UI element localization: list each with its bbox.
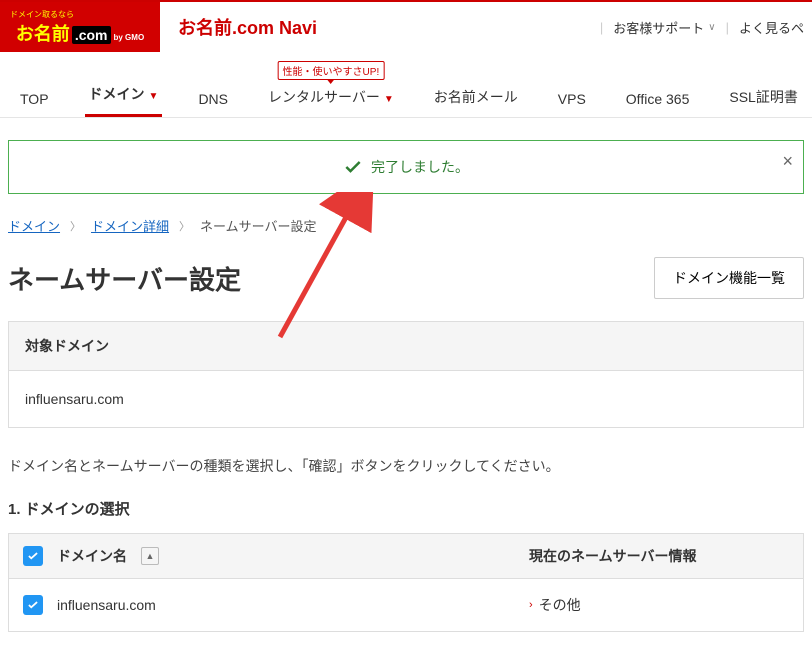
nav-top[interactable]: TOP [16, 81, 53, 117]
breadcrumb-current: ネームサーバー設定 [200, 216, 316, 235]
nameserver-value: その他 [539, 595, 581, 615]
logo-bygmo: by GMO [114, 33, 145, 42]
nav-mail[interactable]: お名前メール [430, 77, 522, 117]
row-checkbox[interactable] [23, 595, 43, 615]
close-icon[interactable]: × [782, 151, 793, 172]
breadcrumb-domain-detail[interactable]: ドメイン詳細 [91, 216, 169, 235]
table-header-row: ドメイン名 ▲ 現在のネームサーバー情報 [9, 534, 803, 579]
chevron-down-icon: ∨ [708, 22, 715, 33]
row-domain: influensaru.com [57, 597, 156, 613]
chevron-right-icon: › [529, 599, 533, 611]
nav-vps[interactable]: VPS [554, 81, 590, 117]
nameserver-link[interactable]: › その他 [529, 595, 789, 615]
col-nameserver: 現在のネームサーバー情報 [529, 546, 789, 566]
support-label: お客様サポート [613, 18, 704, 37]
breadcrumb-domain[interactable]: ドメイン [8, 216, 60, 235]
chevron-down-icon: ▼ [384, 94, 394, 105]
breadcrumb: ドメイン 〉 ドメイン詳細 〉 ネームサーバー設定 [8, 216, 804, 235]
brand-title: お名前.com Navi [178, 14, 317, 40]
domain-functions-button[interactable]: ドメイン機能一覧 [654, 257, 804, 299]
step1-title: 1. ドメインの選択 [8, 498, 804, 519]
check-icon [343, 157, 363, 177]
panel-header: 対象ドメイン [9, 322, 803, 371]
faq-link[interactable]: よく見るペ [739, 18, 804, 37]
panel-domain: influensaru.com [9, 371, 803, 427]
nav-domain[interactable]: ドメイン▼ [85, 74, 163, 117]
nav-rental-server[interactable]: 性能・使いやすさUP! レンタルサーバー▼ [264, 77, 398, 117]
logo-tagline: ドメイン取るなら [10, 9, 74, 20]
nav-ssl[interactable]: SSL証明書 [725, 77, 801, 117]
nav-badge: 性能・使いやすさUP! [278, 61, 385, 80]
logo[interactable]: ドメイン取るなら お名前 .com by GMO [0, 2, 160, 52]
check-icon [26, 598, 40, 612]
target-domain-panel: 対象ドメイン influensaru.com [8, 321, 804, 428]
col-domain-name: ドメイン名 [57, 546, 127, 566]
logo-text-dotcom: .com [72, 26, 111, 44]
sort-button[interactable]: ▲ [141, 547, 159, 565]
check-icon [26, 549, 40, 563]
nav-dns[interactable]: DNS [194, 81, 232, 117]
success-alert: 完了しました。 × [8, 140, 804, 194]
header: ドメイン取るなら お名前 .com by GMO お名前.com Navi | … [0, 2, 812, 52]
table-row: influensaru.com › その他 [9, 579, 803, 631]
nav-office365[interactable]: Office 365 [622, 81, 694, 117]
page-title: ネームサーバー設定 [8, 260, 241, 297]
domain-table: ドメイン名 ▲ 現在のネームサーバー情報 influensaru.com › そ… [8, 533, 804, 632]
instruction-text: ドメイン名とネームサーバーの種類を選択し、「確認」ボタンをクリックしてください。 [8, 456, 804, 476]
alert-message: 完了しました。 [371, 157, 469, 177]
divider: | [600, 20, 603, 35]
support-link[interactable]: お客様サポート ∨ [613, 18, 715, 37]
chevron-right-icon: 〉 [179, 218, 190, 234]
divider: | [726, 20, 729, 35]
main-nav: TOP ドメイン▼ DNS 性能・使いやすさUP! レンタルサーバー▼ お名前メ… [16, 52, 796, 117]
chevron-right-icon: 〉 [70, 218, 81, 234]
chevron-down-icon: ▼ [149, 91, 159, 102]
logo-text-oname: お名前 [16, 20, 70, 46]
select-all-checkbox[interactable] [23, 546, 43, 566]
